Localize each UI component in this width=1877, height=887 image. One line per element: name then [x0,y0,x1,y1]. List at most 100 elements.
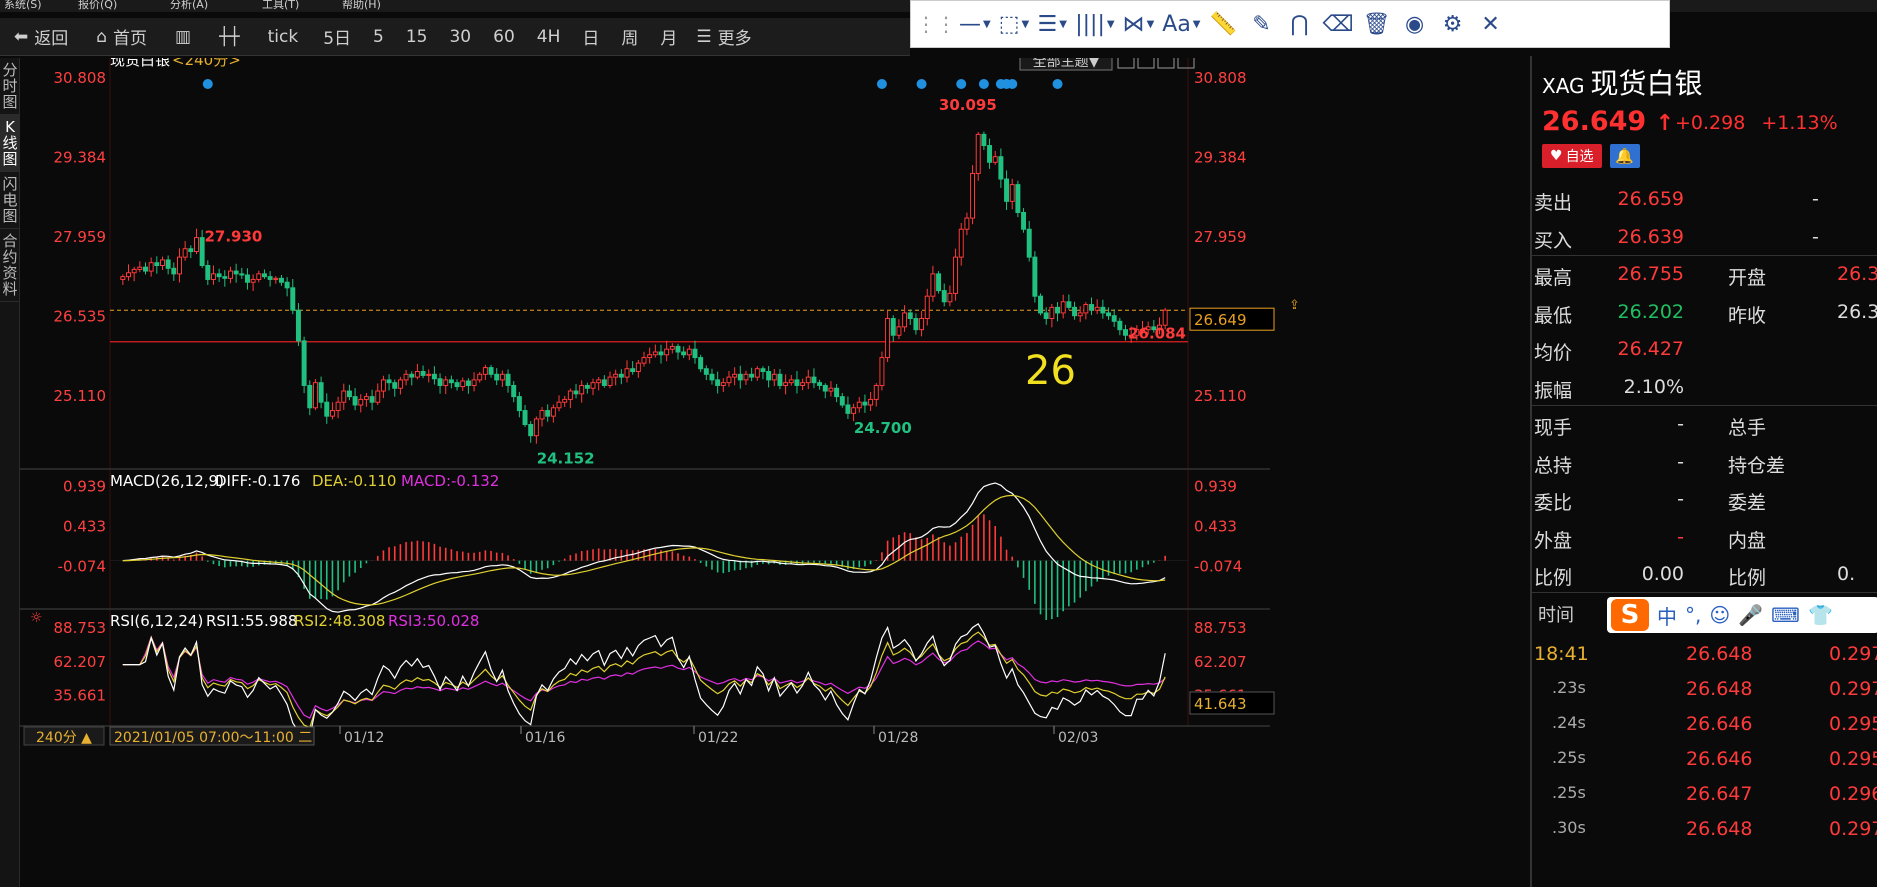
period-tab[interactable]: 15 [395,18,439,56]
period-tab[interactable]: 5 [362,18,395,56]
big-number-label: 26 [1025,348,1076,394]
ime-button[interactable]: 中 [1657,601,1677,630]
candle-body [924,295,930,320]
candle-body [964,217,970,230]
candle-body [516,396,522,412]
menu-item[interactable]: 系统(S) [4,0,42,12]
candle-body [414,371,420,378]
more-button[interactable]: ☰ 更多 [688,18,759,56]
candle-body [715,379,721,386]
x-tick-label: 01/16 [525,730,565,746]
y-tick-left: 30.808 [54,69,107,87]
rect-tool-button[interactable]: ⬚ ▼ [995,4,1034,44]
x-tick-label: 01/28 [878,730,918,746]
line-tool-button[interactable]: — ▼ [955,4,995,44]
candle-body [635,362,641,373]
candle-chart-button[interactable]: ┼┼ [205,18,253,56]
left-tab[interactable]: 闪电图 [0,172,20,229]
candle-body [862,401,868,406]
candle-body [698,357,704,370]
macd-y-tick: -0.074 [1194,557,1242,575]
layout-icon[interactable] [1157,58,1175,69]
bar-chart-button[interactable]: ▥ [161,18,205,56]
candle-body [329,410,335,417]
fib-tool-button[interactable]: |||| ▼ [1071,4,1118,44]
chart-name: 现货白银 [110,58,170,69]
text-tool-button[interactable]: Aa ▼ [1158,4,1204,44]
delete-tool-button[interactable]: 🗑 [1358,4,1396,44]
channel-tool-button[interactable]: ☰ ▼ [1033,4,1071,44]
candle-body [822,384,828,392]
macd-y-tick: 0.939 [1194,478,1237,496]
settings-tool-button[interactable]: ⚙ [1434,4,1472,44]
period-tab[interactable]: 60 [482,18,526,56]
period-tab[interactable]: 30 [438,18,482,56]
tick-button[interactable]: tick [254,18,313,56]
ime-toolbar[interactable]: S 中 °, ☺ 🎤 ⌨ 👕 [1607,597,1877,633]
candle-body [726,376,732,384]
rsi1-line [122,623,1166,738]
layout-icon[interactable] [1177,58,1195,69]
visibility-tool-button[interactable]: ◉ [1396,4,1434,44]
tick-volume: 0.297 [1829,643,1877,665]
event-dot [956,79,967,89]
candle-body [794,379,800,386]
menu-item[interactable]: 帮助(H) [342,0,381,12]
layout-icon[interactable] [1137,58,1155,69]
low-label: 24.700 [854,419,912,437]
channel-icon: ☰ [1037,11,1058,37]
ime-button[interactable]: ⌨ [1771,603,1800,627]
tick-price: 26.646 [1686,713,1753,735]
magnet-tool-button[interactable]: ⋂ [1281,4,1319,44]
candle-body [771,373,777,381]
candle-body [465,380,471,386]
close-tool-button[interactable]: ✕ [1472,4,1510,44]
macd-dea: DEA:-0.110 [312,472,396,490]
heart-icon: ♥ [1550,148,1563,164]
period-tabs: 5日 5 15 30 60 4H 日周月 [312,18,688,56]
left-tab[interactable]: 合约资料 [0,229,20,302]
alert-button[interactable]: 🔔 [1609,144,1640,168]
candle-body [380,379,386,392]
quote-label: 持仓差 [1728,454,1786,477]
back-button[interactable]: ⬅ 返回 [0,18,82,56]
y-tick-left: 29.384 [54,149,107,167]
ime-button[interactable]: 👕 [1808,603,1833,627]
candle-body [324,401,330,417]
ruler-tool-button[interactable]: 📏 [1205,4,1243,44]
layout-icon[interactable] [1117,58,1135,69]
quote-label: 昨收 [1728,304,1767,327]
period-tab[interactable]: 月 [649,18,688,56]
drag-grip-icon[interactable]: ⋮⋮ [916,4,956,44]
ime-button[interactable]: ☺ [1709,603,1730,627]
rectangle-icon: ⬚ [998,11,1020,37]
period-tab[interactable]: 4H [526,18,572,56]
candle-body [1055,306,1061,314]
home-button[interactable]: ⌂ 首页 [82,18,161,56]
left-tab[interactable]: K线图 [0,115,20,172]
rsi-settings-icon: ☼ [30,610,43,626]
candle-body [658,351,664,356]
ime-button[interactable]: °, [1685,603,1701,627]
menu-item[interactable]: 报价(Q) [78,0,117,12]
quote-label: 委差 [1728,492,1767,514]
pen-tool-button[interactable]: ✎ [1243,4,1281,44]
period-tab[interactable]: 周 [610,18,649,56]
eraser-tool-button[interactable]: ⌫ [1319,4,1358,44]
menu-item[interactable]: 分析(A) [170,0,208,12]
chart-area[interactable]: 现货白银 <240分> 全部主题▼ 30.808 30.808 29.384 29.384 2… [20,58,1530,887]
x-tick-label: 01/22 [698,730,738,746]
candle-body [1089,304,1095,311]
vertical-lines-icon: |||| [1075,11,1105,37]
tick-time: .25s [1552,783,1586,802]
pattern-tool-button[interactable]: ⋈ ▼ [1119,4,1159,44]
menu-item[interactable]: 工具(T) [262,0,299,12]
left-tab[interactable]: 分时图 [0,58,20,115]
period-tab[interactable]: 5日 [312,18,362,56]
ime-button[interactable]: 🎤 [1738,603,1763,627]
candle-body [375,390,381,403]
event-dot [978,79,989,89]
candle-body [947,292,953,303]
favorite-button[interactable]: ♥ 自选 [1542,144,1602,168]
period-tab[interactable]: 日 [571,18,610,56]
